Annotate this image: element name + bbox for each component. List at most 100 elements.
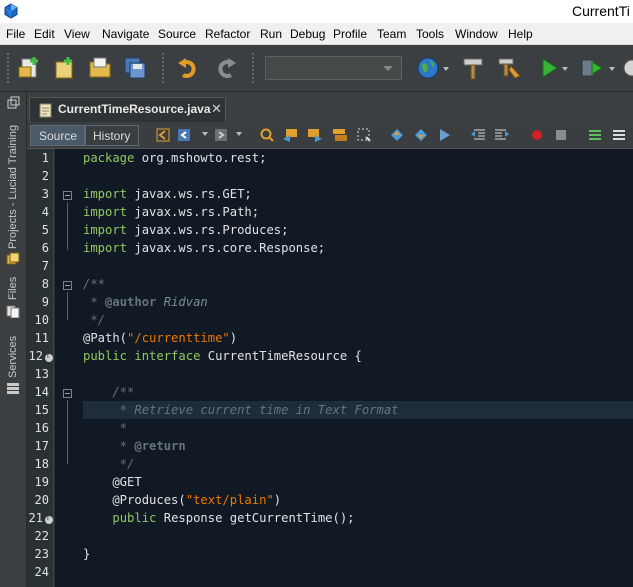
line-number: 4 bbox=[41, 205, 49, 219]
implementation-marker-icon[interactable] bbox=[45, 513, 53, 524]
menu-file[interactable]: File bbox=[6, 27, 25, 41]
fold-toggle-icon[interactable] bbox=[63, 281, 72, 290]
clean-build-icon[interactable] bbox=[495, 54, 523, 82]
projects-icon[interactable] bbox=[6, 252, 20, 266]
code-editor[interactable]: package org.mshowto.rest; import javax.w… bbox=[55, 149, 633, 587]
tab-source[interactable]: Source bbox=[30, 125, 87, 146]
configuration-select[interactable] bbox=[265, 56, 402, 80]
chevron-down-icon[interactable] bbox=[202, 132, 208, 136]
code-line-3: import javax.ws.rs.GET; bbox=[83, 187, 252, 201]
menu-edit[interactable]: Edit bbox=[34, 27, 55, 41]
toggle-bookmark-icon[interactable] bbox=[437, 127, 453, 143]
shift-left-icon[interactable] bbox=[470, 127, 486, 143]
code-line-6: import javax.ws.rs.core.Response; bbox=[83, 241, 326, 255]
line-number: 7 bbox=[41, 259, 49, 273]
menu-view[interactable]: View bbox=[64, 27, 90, 41]
new-project-icon[interactable] bbox=[16, 54, 44, 82]
tab-label: CurrentTimeResource.java bbox=[58, 102, 211, 116]
previous-bookmark-icon[interactable] bbox=[389, 127, 405, 143]
chevron-down-icon[interactable] bbox=[609, 67, 615, 71]
editor-toolbar: Source History bbox=[27, 122, 633, 149]
toggle-highlight-icon[interactable] bbox=[332, 127, 348, 143]
code-line-1: package org.mshowto.rest; bbox=[83, 151, 267, 165]
menu-window[interactable]: Window bbox=[455, 27, 498, 41]
browser-globe-icon[interactable] bbox=[414, 54, 442, 82]
menu-bar: File Edit View Navigate Source Refactor … bbox=[0, 23, 633, 45]
menu-source[interactable]: Source bbox=[158, 27, 196, 41]
chevron-down-icon bbox=[383, 66, 393, 71]
chevron-down-icon[interactable] bbox=[562, 67, 568, 71]
code-line-4: import javax.ws.rs.Path; bbox=[83, 205, 260, 219]
tab-current-time-resource[interactable]: CurrentTimeResource.java ✕ bbox=[29, 97, 226, 122]
uncomment-icon[interactable] bbox=[611, 127, 627, 143]
new-file-icon[interactable] bbox=[50, 54, 78, 82]
code-line-21: public Response getCurrentTime(); bbox=[112, 511, 355, 525]
code-line-19: @GET bbox=[83, 475, 142, 489]
undo-icon[interactable] bbox=[175, 54, 203, 82]
start-macro-recording-icon[interactable] bbox=[529, 127, 545, 143]
code-line-10: */ bbox=[83, 313, 106, 327]
line-number: 22 bbox=[34, 529, 49, 543]
code-line-16: * bbox=[83, 421, 128, 435]
find-previous-icon[interactable] bbox=[282, 127, 298, 143]
debug-icon[interactable] bbox=[578, 54, 606, 82]
fold-guide bbox=[67, 202, 68, 250]
line-number: 8 bbox=[41, 277, 49, 291]
line-number: 2 bbox=[41, 169, 49, 183]
find-selection-icon[interactable] bbox=[259, 127, 275, 143]
forward-icon[interactable] bbox=[214, 127, 230, 143]
redo-icon[interactable] bbox=[211, 54, 239, 82]
toolbar-grip bbox=[252, 53, 256, 83]
menu-debug[interactable]: Debug bbox=[290, 27, 325, 41]
run-icon[interactable] bbox=[535, 54, 563, 82]
line-number: 18 bbox=[34, 457, 49, 471]
line-number: 3 bbox=[41, 187, 49, 201]
find-next-icon[interactable] bbox=[307, 127, 323, 143]
services-tab[interactable]: Services bbox=[7, 336, 19, 378]
profile-icon[interactable] bbox=[620, 54, 633, 82]
menu-team[interactable]: Team bbox=[377, 27, 406, 41]
build-hammer-icon[interactable] bbox=[459, 54, 487, 82]
chevron-down-icon[interactable] bbox=[236, 132, 242, 136]
next-bookmark-icon[interactable] bbox=[413, 127, 429, 143]
close-icon[interactable]: ✕ bbox=[211, 101, 222, 117]
services-icon[interactable] bbox=[6, 381, 20, 395]
tab-history[interactable]: History bbox=[84, 125, 140, 146]
title-bar: CurrentTi bbox=[0, 0, 633, 23]
rectangular-selection-icon[interactable] bbox=[356, 127, 372, 143]
stop-macro-recording-icon[interactable] bbox=[553, 127, 569, 143]
implementation-marker-icon[interactable] bbox=[45, 351, 53, 362]
shift-right-icon[interactable] bbox=[494, 127, 510, 143]
menu-navigate[interactable]: Navigate bbox=[102, 27, 149, 41]
fold-toggle-icon[interactable] bbox=[63, 191, 72, 200]
open-project-icon[interactable] bbox=[86, 54, 114, 82]
restore-window-icon[interactable] bbox=[7, 96, 20, 109]
fold-toggle-icon[interactable] bbox=[63, 389, 72, 398]
back-icon[interactable] bbox=[177, 127, 193, 143]
line-number: 6 bbox=[41, 241, 49, 255]
line-number: 17 bbox=[34, 439, 49, 453]
code-line-9: * @author Ridvan bbox=[83, 295, 208, 309]
line-number: 13 bbox=[34, 367, 49, 381]
last-edit-icon[interactable] bbox=[155, 127, 171, 143]
line-number: 24 bbox=[34, 565, 49, 579]
code-line-14: /** bbox=[83, 385, 135, 399]
menu-run[interactable]: Run bbox=[260, 27, 282, 41]
main-toolbar bbox=[0, 45, 633, 92]
menu-refactor[interactable]: Refactor bbox=[205, 27, 250, 41]
line-number: 19 bbox=[34, 475, 49, 489]
line-number: 1 bbox=[41, 151, 49, 165]
save-all-icon[interactable] bbox=[121, 54, 149, 82]
menu-profile[interactable]: Profile bbox=[333, 27, 367, 41]
chevron-down-icon[interactable] bbox=[443, 67, 449, 71]
code-line-15: * Retrieve current time in Text Format bbox=[83, 403, 399, 417]
menu-tools[interactable]: Tools bbox=[416, 27, 444, 41]
menu-help[interactable]: Help bbox=[508, 27, 533, 41]
files-tab[interactable]: Files bbox=[7, 277, 19, 300]
files-icon[interactable] bbox=[6, 304, 20, 318]
comment-icon[interactable] bbox=[587, 127, 603, 143]
line-number: 16 bbox=[34, 421, 49, 435]
projects-tab[interactable]: Projects - Luciad Training bbox=[7, 125, 19, 249]
fold-guide bbox=[67, 400, 68, 464]
line-number-gutter: 1 2 3 4 5 6 7 8 9 10 11 12 13 14 15 16 1… bbox=[27, 149, 54, 587]
